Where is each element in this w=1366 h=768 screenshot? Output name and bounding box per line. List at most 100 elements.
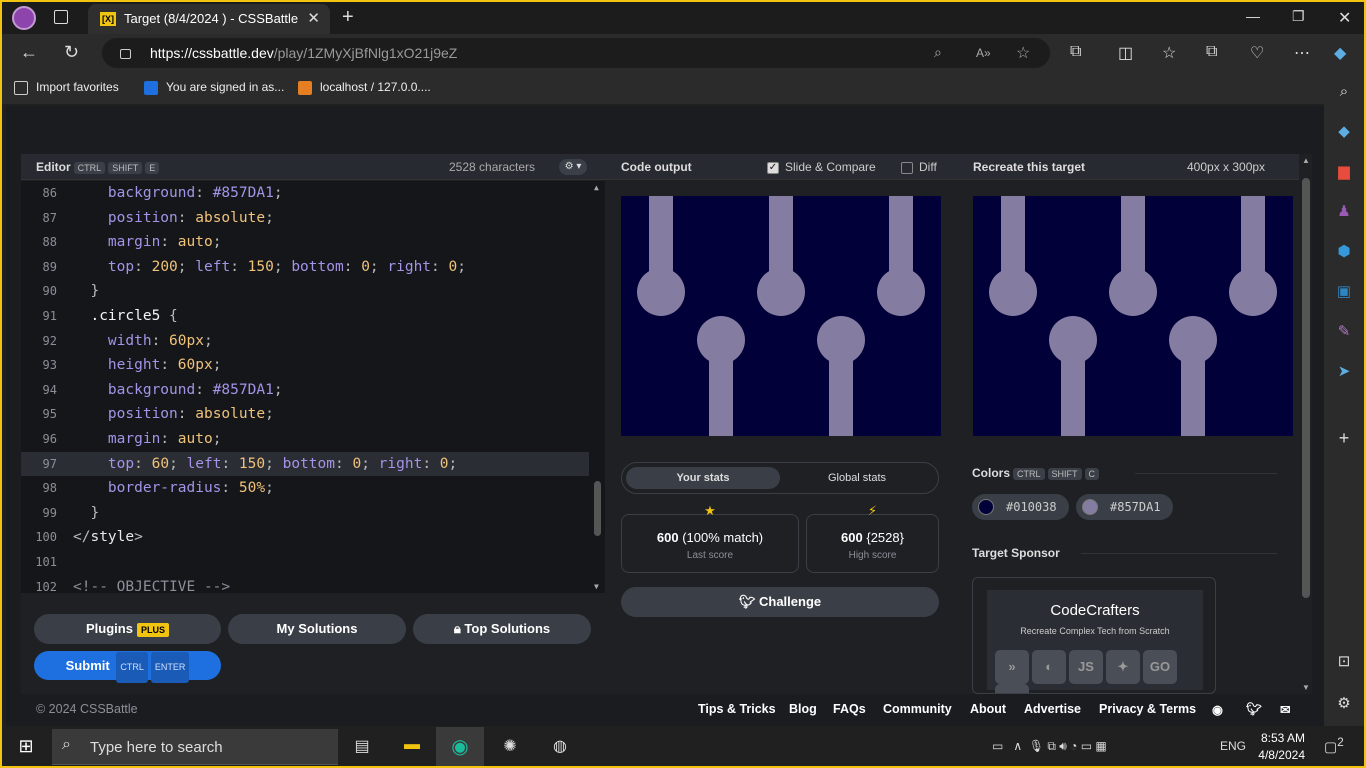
editor-scroll-thumb[interactable]	[594, 481, 601, 536]
submit-button[interactable]: Submit CTRL ENTER	[34, 651, 221, 683]
tools-icon[interactable]: ▆	[1334, 162, 1354, 182]
page-scrollbar[interactable]: ▲ ▼	[1299, 154, 1313, 694]
footer-link-community[interactable]: Community	[883, 702, 952, 716]
footer-link-blog[interactable]: Blog	[789, 702, 817, 716]
code-line[interactable]: 95 position: absolute;	[21, 402, 589, 427]
close-tab-icon[interactable]: ✕	[307, 9, 320, 27]
refresh-icon[interactable]: ↻	[64, 42, 79, 63]
code-line[interactable]: 90 }	[21, 279, 589, 304]
footer-link-faqs[interactable]: FAQs	[833, 702, 866, 716]
code-line[interactable]: 86 background: #857DA1;	[21, 181, 589, 206]
tab-global-stats[interactable]: Global stats	[780, 467, 934, 489]
chatgpt-icon[interactable]: ✺	[498, 736, 522, 758]
discord-icon[interactable]: ◉	[1212, 702, 1223, 717]
send-icon[interactable]: ➤	[1334, 362, 1354, 382]
edge-taskbar-icon[interactable]: ◉	[436, 727, 484, 766]
sponsor-card[interactable]: CodeCrafters Recreate Complex Tech from …	[972, 577, 1216, 694]
slide-compare-toggle[interactable]: ✓ Slide & Compare	[767, 160, 876, 174]
mail-icon[interactable]: ✉	[1280, 702, 1290, 717]
plugins-button[interactable]: Plugins PLUS	[34, 614, 221, 644]
code-line[interactable]: 98 border-radius: 50%;	[21, 476, 589, 501]
taskbar-tray-icons[interactable]: ▭ ∧ 🎙︎ ⧉ 🔊︎ ◔ ▭ ▦	[992, 739, 1107, 754]
back-icon[interactable]: ←	[20, 42, 38, 63]
diff-checkbox[interactable]	[901, 161, 913, 174]
code-line[interactable]: 93 height: 60px;	[21, 353, 589, 378]
code-line[interactable]: 88 margin: auto;	[21, 230, 589, 255]
favorite-import[interactable]: Import favorites	[14, 80, 119, 95]
obs-icon[interactable]: ◍	[548, 736, 572, 758]
twitter-icon[interactable]: 🐦︎	[1246, 702, 1262, 717]
new-tab-icon[interactable]: +	[342, 6, 354, 29]
code-line[interactable]: 96 margin: auto;	[21, 427, 589, 452]
restore-icon[interactable]: ❐	[1292, 8, 1305, 25]
my-solutions-button[interactable]: My Solutions	[228, 614, 406, 644]
code-output-canvas[interactable]	[621, 196, 941, 436]
collections-icon[interactable]: ⧉	[1206, 43, 1217, 61]
top-solutions-button[interactable]: 🔒︎ Top Solutions	[413, 614, 591, 644]
close-window-icon[interactable]: ✕	[1338, 8, 1351, 28]
challenge-button[interactable]: 🐦︎ Challenge	[621, 587, 939, 617]
output-header: Code output ✓ Slide & Compare Diff	[605, 154, 957, 180]
code-line[interactable]: 102 <!-- OBJECTIVE -->	[21, 575, 589, 593]
code-line[interactable]: 87 position: absolute;	[21, 206, 589, 231]
more-icon[interactable]: ⋯	[1294, 43, 1310, 63]
circle	[1109, 268, 1157, 316]
footer-link-advertise[interactable]: Advertise	[1024, 702, 1081, 716]
microsoft365-icon[interactable]: ⬢	[1334, 242, 1354, 262]
split-screen-icon[interactable]: ◫	[1118, 43, 1133, 63]
taskbar-search[interactable]: ⌕ Type here to search	[52, 729, 338, 765]
add-sidebar-icon[interactable]: +	[1334, 428, 1354, 448]
copilot-icon[interactable]: ◆	[1334, 43, 1346, 63]
clock[interactable]: 8:53 AM 4/8/2024	[1257, 730, 1305, 764]
outlook-icon[interactable]: ▣	[1334, 282, 1354, 302]
footer-link-privacy[interactable]: Privacy & Terms	[1099, 702, 1196, 716]
color-swatch-1[interactable]: #010038	[972, 494, 1069, 520]
browser-tab-active[interactable]: [X] Target (8/4/2024 ) - CSSBattle ✕	[88, 4, 330, 34]
browser-toolbar: ← ↻ https://cssbattle.dev/play/1ZMyXjBfN…	[2, 34, 1364, 72]
favorite-localhost[interactable]: localhost / 127.0.0....	[298, 80, 431, 95]
code-text: position: absolute;	[107, 209, 274, 226]
tab-actions-icon[interactable]	[54, 10, 68, 24]
zoom-icon[interactable]: ⌕	[934, 44, 942, 61]
extensions-icon[interactable]: ⧉	[1070, 43, 1081, 61]
code-line[interactable]: 89 top: 200; left: 150; bottom: 0; right…	[21, 255, 589, 280]
editor-settings-icon[interactable]: ⚙ ▾	[559, 159, 587, 175]
slide-compare-checkbox[interactable]: ✓	[767, 161, 779, 174]
tab-your-stats[interactable]: Your stats	[626, 467, 780, 489]
profile-avatar[interactable]	[12, 6, 36, 30]
code-line[interactable]: 101	[21, 550, 589, 575]
color-swatch-2[interactable]: #857DA1	[1076, 494, 1173, 520]
sidebar-settings-icon[interactable]: ⚙	[1334, 694, 1354, 714]
address-bar[interactable]: https://cssbattle.dev/play/1ZMyXjBfNlg1x…	[102, 38, 1050, 68]
task-view-icon[interactable]: ▤	[350, 736, 374, 758]
shopping-tag-icon[interactable]: ◆	[1334, 122, 1354, 142]
code-line[interactable]: 92 width: 60px;	[21, 329, 589, 354]
target-image[interactable]	[973, 196, 1293, 436]
language-indicator[interactable]: ENG	[1220, 739, 1246, 753]
code-editor[interactable]: 102 <!-- OBJECTIVE --> 101 100 </style> 99 } 9…	[21, 181, 605, 593]
diff-toggle[interactable]: Diff	[901, 160, 937, 174]
file-explorer-icon[interactable]: ▬	[400, 736, 424, 758]
designer-icon[interactable]: ✎	[1334, 322, 1354, 342]
footer-link-tips[interactable]: Tips & Tricks	[698, 702, 776, 716]
favorite-star-icon[interactable]: ☆	[1016, 43, 1030, 63]
read-aloud-icon[interactable]: A»	[976, 46, 991, 60]
games-icon[interactable]: ♟	[1334, 202, 1354, 222]
code-line[interactable]: 94 background: #857DA1;	[21, 378, 589, 403]
code-line[interactable]: 91 .circle5 {	[21, 304, 589, 329]
editor-scrollbar[interactable]: ▲ ▼	[591, 181, 605, 593]
code-line[interactable]: 100 </style>	[21, 525, 589, 550]
code-text: margin: auto;	[107, 234, 222, 251]
footer-link-about[interactable]: About	[970, 702, 1006, 716]
search-icon[interactable]: ⌕	[1334, 82, 1354, 102]
page-scroll-thumb[interactable]	[1302, 178, 1310, 598]
code-line[interactable]: 99 }	[21, 501, 589, 526]
favorite-signed-in[interactable]: You are signed in as...	[144, 80, 284, 95]
hide-sidebar-icon[interactable]: ⊡	[1334, 652, 1354, 672]
minimize-icon[interactable]: —	[1246, 8, 1260, 24]
performance-icon[interactable]: ♡	[1250, 43, 1264, 63]
notifications-icon[interactable]: ▢2	[1324, 736, 1344, 756]
favorites-icon[interactable]: ☆	[1162, 43, 1176, 63]
windows-start-icon[interactable]: ⊞	[14, 736, 38, 758]
code-line[interactable]: 97 top: 60; left: 150; bottom: 0; right:…	[21, 451, 589, 477]
